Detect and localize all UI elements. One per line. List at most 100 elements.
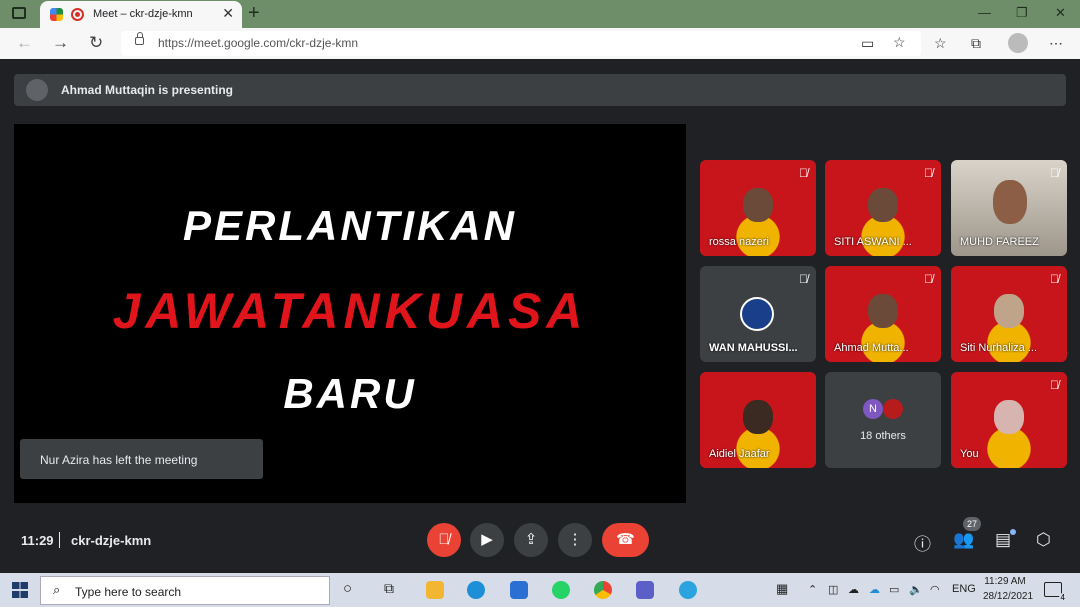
taskbar-clock[interactable]: 11:29 AM 28/12/2021 [983, 576, 1033, 602]
others-avatar [883, 399, 903, 419]
mic-muted-icon: 🎙̸ [924, 272, 933, 286]
end-call-icon: ☎ [616, 531, 635, 548]
task-view-icon[interactable]: ⧉ [384, 580, 394, 597]
telegram-icon[interactable] [679, 581, 697, 599]
new-tab-icon[interactable]: + [248, 2, 260, 25]
file-explorer-icon[interactable] [426, 581, 444, 599]
mic-muted-icon: 🎙̸ [799, 272, 808, 286]
onedrive-icon[interactable]: ☁ [848, 583, 859, 596]
lock-icon[interactable] [135, 32, 144, 45]
left-meeting-toast: Nur Azira has left the meeting [20, 439, 263, 479]
self-video [994, 400, 1024, 434]
store-icon[interactable] [510, 581, 528, 599]
others-label: 18 others [860, 430, 906, 442]
mic-muted-icon: 🎙̸ [924, 166, 933, 180]
window-close-icon[interactable]: ✕ [1055, 5, 1066, 21]
url-field[interactable]: https://meet.google.com/ckr-dzje-kmn ▭ ☆ [121, 31, 921, 56]
close-tab-icon[interactable]: ✕ [222, 5, 234, 22]
others-tile[interactable]: N 18 others [825, 372, 941, 468]
others-avatar: N [863, 399, 883, 419]
self-tile[interactable]: 🎙̸ You [951, 372, 1067, 468]
divider [59, 532, 60, 548]
participant-video [993, 180, 1027, 224]
collections-icon[interactable]: ⧉ [971, 35, 981, 52]
search-icon: ⌕ [53, 582, 61, 597]
back-icon[interactable]: ← [16, 33, 33, 53]
volume-icon[interactable]: 🔈 [909, 583, 923, 596]
favorite-star-icon[interactable]: ☆ [893, 34, 906, 51]
tab-actions-icon[interactable] [12, 7, 26, 19]
search-placeholder: Type here to search [75, 585, 182, 599]
notification-count: 4 [1058, 593, 1067, 602]
participant-name: MUHD FAREEZ [960, 236, 1039, 248]
wifi-icon[interactable]: ◠ [930, 583, 940, 596]
participant-tile[interactable]: 🎙̸ SITI ASWANI ... [825, 160, 941, 256]
participant-name: WAN MAHUSSI... [709, 342, 798, 354]
present-now-button[interactable]: ⇪ [514, 523, 548, 557]
restore-icon[interactable]: ❐ [1016, 5, 1028, 21]
start-button[interactable] [12, 582, 28, 598]
meet-tray-icon[interactable]: ◫ [828, 583, 838, 596]
reload-icon[interactable]: ↻ [89, 33, 103, 53]
camera-permission-icon[interactable]: ▭ [861, 35, 874, 52]
participant-tile[interactable]: Aidiel Jaafar [700, 372, 816, 468]
activities-icon[interactable]: ⬡ [1036, 530, 1051, 550]
participant-name: Ahmad Mutta... [834, 342, 909, 354]
tray-expand-icon[interactable]: ⌃ [808, 583, 817, 596]
more-options-button[interactable]: ⋮ [558, 523, 592, 557]
teams-icon[interactable] [636, 581, 654, 599]
participant-name: Aidiel Jaafar [709, 448, 770, 460]
whatsapp-icon[interactable] [552, 581, 570, 599]
presenting-text: Ahmad Muttaqin is presenting [61, 83, 234, 97]
battery-icon[interactable]: ▭ [889, 583, 899, 596]
meeting-code: ckr-dzje-kmn [71, 533, 152, 548]
chat-unread-dot [1010, 529, 1016, 535]
tab-title: Meet – ckr-dzje-kmn [93, 8, 193, 20]
participant-name: You [960, 448, 979, 460]
participant-tile[interactable]: 🎙̸ Siti Nurhaliza ... [951, 266, 1067, 362]
participant-tile[interactable]: 🎙̸ rossa nazeri [700, 160, 816, 256]
language-label[interactable]: ENG [952, 583, 976, 595]
leave-call-button[interactable]: ☎ [602, 523, 649, 557]
slide-line-2: JAWATANKUASA [112, 283, 588, 339]
participant-tile[interactable]: 🎙̸ MUHD FAREEZ [951, 160, 1067, 256]
mic-muted-icon: 🎙̸ [799, 166, 808, 180]
present-icon: ⇪ [524, 531, 538, 548]
recording-indicator-icon [71, 8, 84, 21]
participant-video [743, 188, 773, 222]
slide-line-1: PERLANTIKAN [183, 202, 517, 249]
participant-avatar [740, 297, 774, 331]
participant-video [868, 294, 898, 328]
people-icon[interactable]: 👥 [953, 530, 974, 550]
more-vert-icon: ⋮ [567, 531, 583, 548]
meeting-details-icon[interactable]: ⓘ [914, 530, 931, 555]
participant-tile[interactable]: 🎙̸ WAN MAHUSSI... [700, 266, 816, 362]
clock-time: 11:29 AM [984, 576, 1026, 587]
minimize-icon[interactable]: — [978, 5, 991, 20]
participant-name: SITI ASWANI ... [834, 236, 912, 248]
notification-icon[interactable]: 4 [1044, 582, 1067, 602]
camera-toggle-button[interactable]: ▶ [470, 523, 504, 557]
profile-avatar[interactable] [1008, 33, 1028, 53]
taskbar-search[interactable]: ⌕ Type here to search [40, 576, 330, 605]
forward-icon[interactable]: → [52, 33, 69, 53]
edge-icon[interactable] [467, 581, 485, 599]
tab-meet[interactable]: Meet – ckr-dzje-kmn ✕ [40, 1, 242, 28]
participant-name: rossa nazeri [709, 236, 769, 248]
mic-off-icon: 🎙̸ [438, 531, 450, 548]
onedrive-blue-icon[interactable]: ☁ [869, 583, 880, 596]
favorites-icon[interactable]: ☆ [934, 35, 947, 52]
url-text: https://meet.google.com/ckr-dzje-kmn [158, 36, 359, 50]
mic-muted-icon: 🎙̸ [1050, 272, 1059, 286]
mic-toggle-button[interactable]: 🎙̸ [427, 523, 461, 557]
news-icon[interactable]: ▦ [776, 581, 788, 597]
participant-tile[interactable]: 🎙̸ Ahmad Mutta... [825, 266, 941, 362]
more-menu-icon[interactable]: ⋯ [1049, 35, 1063, 52]
participant-video [743, 400, 773, 434]
mic-muted-icon: 🎙̸ [1050, 166, 1059, 180]
chrome-icon[interactable] [594, 581, 612, 599]
mic-muted-icon: 🎙̸ [1050, 378, 1059, 392]
chat-icon[interactable]: ▤ [995, 530, 1011, 550]
browser-tab-bar: Meet – ckr-dzje-kmn ✕ + — ❐ ✕ [0, 0, 1080, 28]
cortana-icon[interactable]: ○ [343, 580, 352, 597]
